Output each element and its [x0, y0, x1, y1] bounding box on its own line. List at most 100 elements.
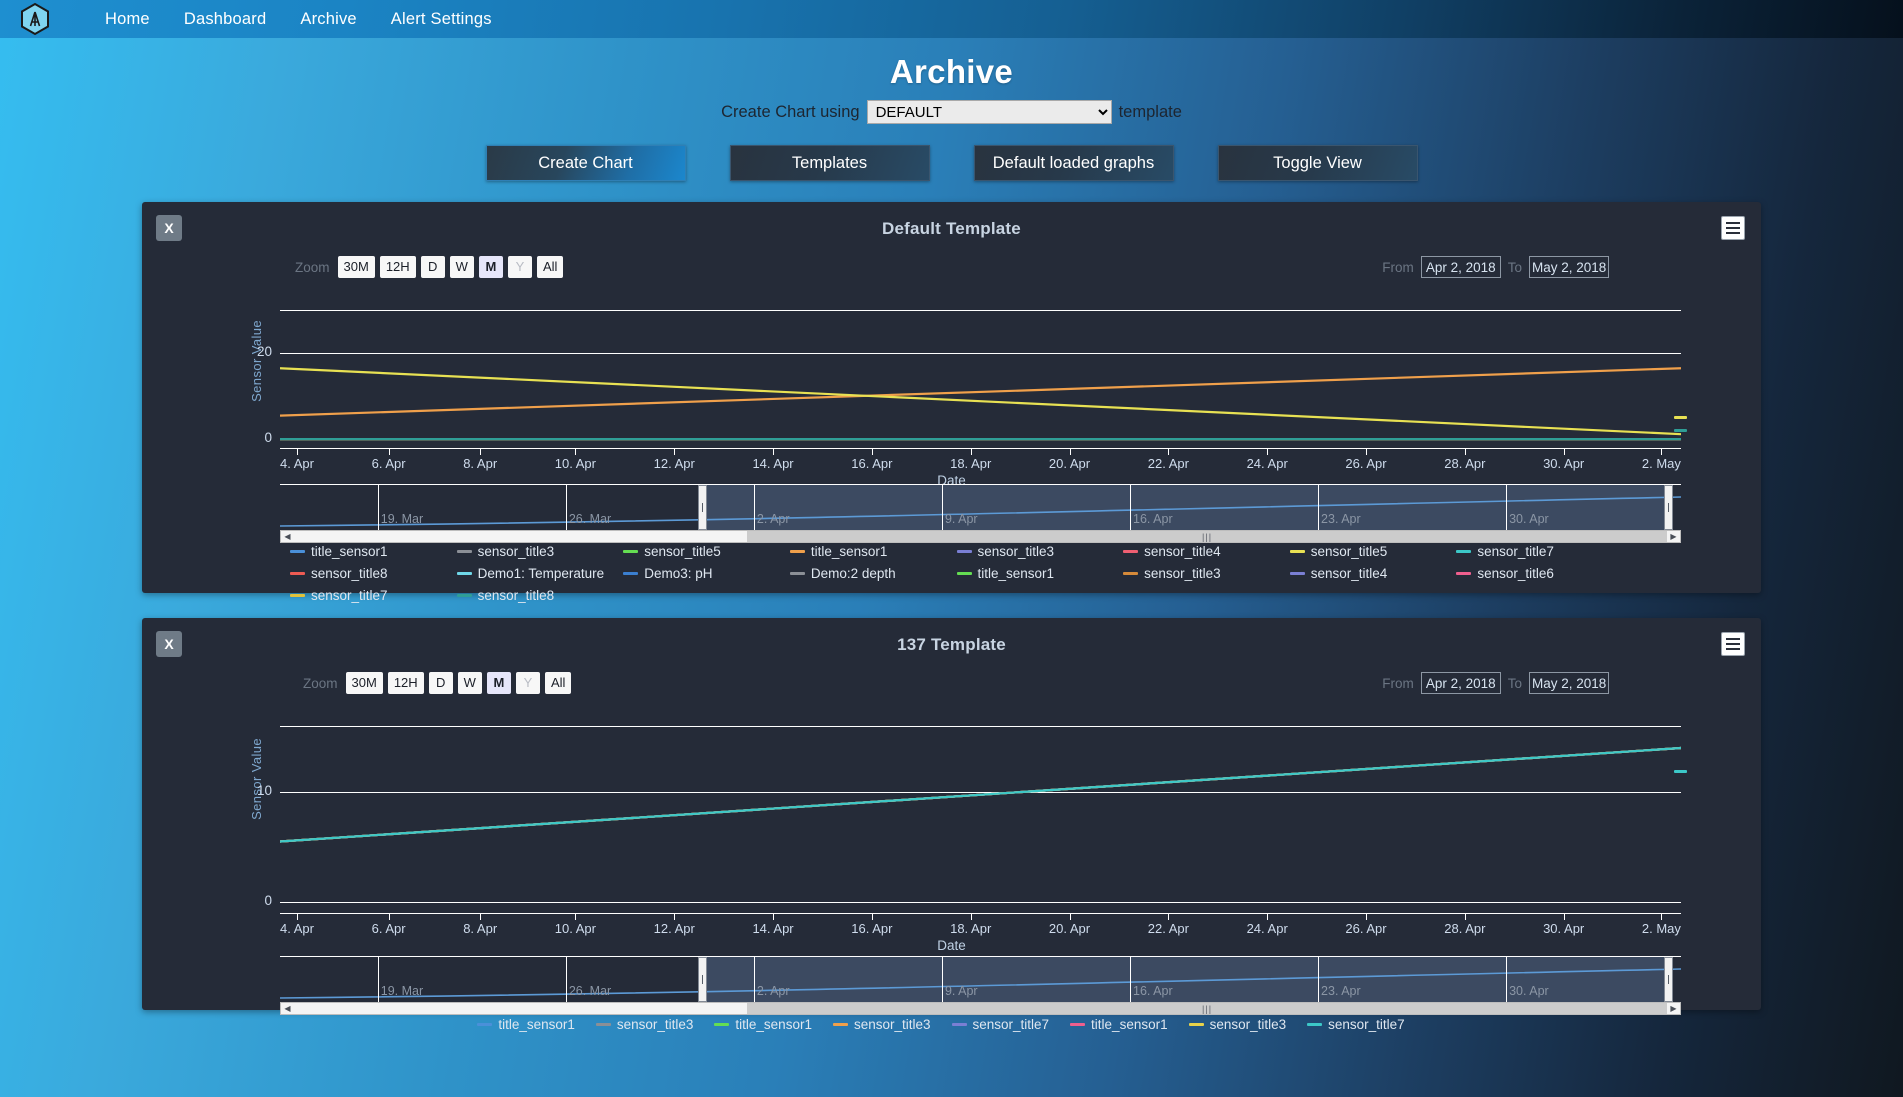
- zoom-button-m[interactable]: M: [479, 256, 503, 278]
- legend-item-label: title_sensor1: [1091, 1017, 1168, 1032]
- series-lines: [280, 714, 1681, 935]
- nav-link-alert-settings[interactable]: Alert Settings: [374, 0, 509, 38]
- legend-color-swatch: [1123, 572, 1138, 575]
- default-loaded-graphs-button[interactable]: Default loaded graphs: [974, 145, 1174, 181]
- zoom-button-y: Y: [508, 256, 532, 278]
- chart-legend: title_sensor1sensor_title3sensor_title5t…: [142, 540, 1761, 606]
- toggle-view-button[interactable]: Toggle View: [1218, 145, 1418, 181]
- legend-item[interactable]: sensor_title7: [1307, 1013, 1426, 1035]
- to-date-input[interactable]: [1529, 672, 1609, 694]
- legend-color-swatch: [1290, 572, 1305, 575]
- legend-item[interactable]: sensor_title3: [596, 1013, 715, 1035]
- legend-item-label: sensor_title6: [1477, 566, 1554, 581]
- series-end-marker: [1674, 770, 1687, 773]
- nav-link-dashboard[interactable]: Dashboard: [167, 0, 284, 38]
- legend-item[interactable]: title_sensor1: [477, 1013, 596, 1035]
- navigator-body[interactable]: 19. Mar26. Mar2. Apr9. Apr16. Apr23. Apr…: [280, 957, 1681, 1002]
- legend-item[interactable]: sensor_title7: [1456, 540, 1623, 562]
- nav-link-home[interactable]: Home: [88, 0, 167, 38]
- hamburger-menu-icon[interactable]: [1721, 216, 1745, 240]
- legend-item[interactable]: sensor_title4: [1123, 540, 1290, 562]
- legend-item[interactable]: title_sensor1: [1070, 1013, 1189, 1035]
- navigator-tick-label: 9. Apr: [942, 984, 978, 998]
- zoom-button-30m[interactable]: 30M: [338, 256, 375, 278]
- legend-item[interactable]: sensor_title3: [1189, 1013, 1308, 1035]
- templates-button[interactable]: Templates: [730, 145, 930, 181]
- zoom-button-all[interactable]: All: [537, 256, 563, 278]
- legend-item[interactable]: sensor_title3: [1123, 562, 1290, 584]
- navigator-handle-right[interactable]: [1664, 957, 1673, 1002]
- series-end-marker: [1674, 429, 1687, 432]
- legend-color-swatch: [290, 550, 305, 553]
- legend-item[interactable]: sensor_title3: [833, 1013, 952, 1035]
- legend-item-label: title_sensor1: [811, 544, 888, 559]
- legend-item-label: sensor_title4: [1311, 566, 1388, 581]
- chart-plot-area[interactable]: Sensor Value 0204. Apr6. Apr8. Apr10. Ap…: [142, 298, 1761, 470]
- legend-color-swatch: [457, 594, 472, 597]
- zoom-button-m[interactable]: M: [487, 672, 511, 694]
- legend-item[interactable]: sensor_title8: [457, 584, 624, 606]
- zoom-button-12h[interactable]: 12H: [388, 672, 424, 694]
- close-chart-button[interactable]: X: [156, 215, 182, 241]
- range-selector-bar: Zoom 30M12HDWMYAll From To: [142, 256, 1761, 282]
- page-title: Archive: [0, 53, 1903, 91]
- chart-legend: title_sensor1sensor_title3title_sensor1s…: [142, 1013, 1761, 1035]
- legend-item[interactable]: sensor_title3: [457, 540, 624, 562]
- navigator-handle-left[interactable]: [698, 957, 707, 1002]
- zoom-label: Zoom: [303, 676, 338, 691]
- navigator-tick-label: 16. Apr: [1130, 984, 1173, 998]
- legend-item[interactable]: title_sensor1: [957, 562, 1124, 584]
- navigator-handle-right[interactable]: [1664, 485, 1673, 530]
- close-chart-button[interactable]: X: [156, 631, 182, 657]
- from-label: From: [1382, 676, 1414, 691]
- zoom-button-w[interactable]: W: [458, 672, 482, 694]
- zoom-button-w[interactable]: W: [450, 256, 474, 278]
- nav-link-archive[interactable]: Archive: [283, 0, 373, 38]
- legend-item[interactable]: Demo3: pH: [623, 562, 790, 584]
- legend-item[interactable]: Demo:2 depth: [790, 562, 957, 584]
- y-axis-tick-label: 0: [238, 430, 272, 445]
- navigator-body[interactable]: 19. Mar26. Mar2. Apr9. Apr16. Apr23. Apr…: [280, 485, 1681, 530]
- date-range-inputs: From To: [1382, 672, 1609, 694]
- legend-item[interactable]: sensor_title4: [1290, 562, 1457, 584]
- legend-item[interactable]: Demo1: Temperature: [457, 562, 624, 584]
- chart-title: 137 Template: [142, 618, 1761, 655]
- legend-color-swatch: [477, 1023, 492, 1026]
- hexagon-antenna-logo[interactable]: [18, 2, 52, 36]
- series-lines: [280, 298, 1681, 470]
- legend-item[interactable]: title_sensor1: [790, 540, 957, 562]
- legend-item[interactable]: sensor_title7: [290, 584, 457, 606]
- chart-navigator[interactable]: 19. Mar26. Mar2. Apr9. Apr16. Apr23. Apr…: [280, 956, 1681, 1002]
- legend-item-label: sensor_title3: [854, 1017, 931, 1032]
- legend-color-swatch: [596, 1023, 611, 1026]
- legend-item[interactable]: sensor_title6: [1456, 562, 1623, 584]
- legend-color-swatch: [1290, 550, 1305, 553]
- from-date-input[interactable]: [1421, 256, 1501, 278]
- zoom-button-12h[interactable]: 12H: [380, 256, 416, 278]
- to-date-input[interactable]: [1529, 256, 1609, 278]
- template-chooser-row: Create Chart using DEFAULT template: [0, 100, 1903, 124]
- navigator-tick-label: 30. Apr: [1506, 984, 1549, 998]
- zoom-button-y: Y: [516, 672, 540, 694]
- zoom-button-d[interactable]: D: [421, 256, 445, 278]
- chart-plot-area[interactable]: Sensor Value 0104. Apr6. Apr8. Apr10. Ap…: [142, 714, 1761, 935]
- legend-color-swatch: [952, 1023, 967, 1026]
- zoom-button-d[interactable]: D: [429, 672, 453, 694]
- legend-item[interactable]: sensor_title3: [957, 540, 1124, 562]
- legend-item[interactable]: sensor_title7: [952, 1013, 1071, 1035]
- create-chart-button[interactable]: Create Chart: [486, 145, 686, 181]
- legend-item[interactable]: title_sensor1: [714, 1013, 833, 1035]
- legend-item[interactable]: title_sensor1: [290, 540, 457, 562]
- hamburger-menu-icon[interactable]: [1721, 632, 1745, 656]
- navigator-handle-left[interactable]: [698, 485, 707, 530]
- legend-item[interactable]: sensor_title5: [623, 540, 790, 562]
- legend-item-label: sensor_title7: [1328, 1017, 1405, 1032]
- chart-navigator[interactable]: 19. Mar26. Mar2. Apr9. Apr16. Apr23. Apr…: [280, 484, 1681, 530]
- template-select[interactable]: DEFAULT: [867, 100, 1112, 124]
- zoom-button-all[interactable]: All: [545, 672, 571, 694]
- legend-item[interactable]: sensor_title8: [290, 562, 457, 584]
- zoom-button-30m[interactable]: 30M: [346, 672, 383, 694]
- from-date-input[interactable]: [1421, 672, 1501, 694]
- navigator-series-line: [280, 957, 1681, 1002]
- legend-item[interactable]: sensor_title5: [1290, 540, 1457, 562]
